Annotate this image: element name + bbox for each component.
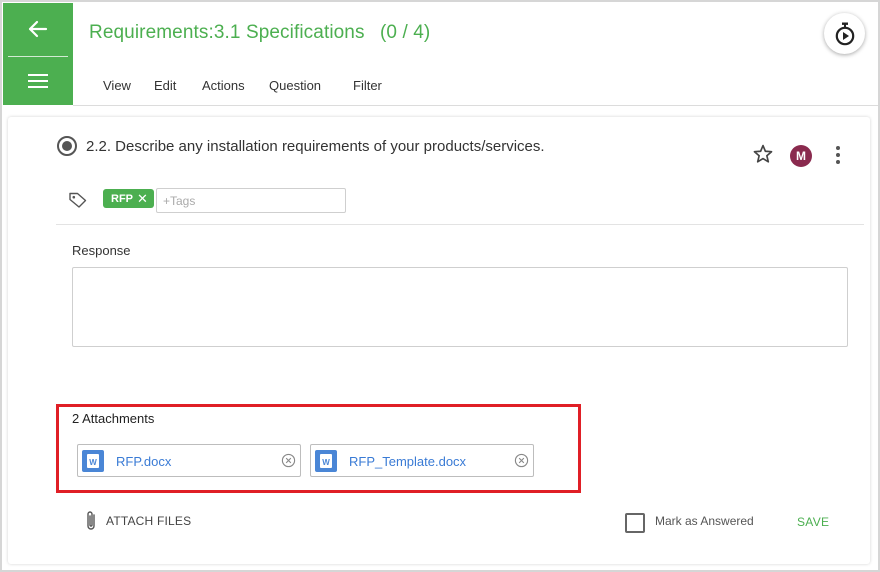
menu-view[interactable]: View — [103, 78, 131, 93]
tag-chip-rfp[interactable]: RFP ✕ — [103, 189, 154, 208]
section-divider — [56, 224, 864, 225]
question-radio[interactable] — [57, 136, 77, 156]
remove-attachment-icon[interactable] — [514, 453, 529, 468]
word-doc-icon: W — [315, 450, 337, 472]
header-divider — [73, 105, 878, 106]
question-text: 2.2. Describe any installation requireme… — [86, 138, 545, 155]
svg-text:W: W — [322, 458, 330, 467]
attachment-file-name[interactable]: RFP_Template.docx — [349, 454, 466, 469]
progress-count: (0 / 4) — [379, 22, 431, 43]
remove-tag-icon[interactable]: ✕ — [137, 192, 148, 205]
attach-files-label: ATTACH FILES — [106, 514, 192, 528]
attachments-count-label: 2 Attachments — [72, 411, 155, 426]
stopwatch-play-icon — [835, 22, 854, 45]
save-button[interactable]: SAVE — [797, 515, 829, 529]
more-options-icon[interactable] — [830, 144, 846, 166]
sidebar-divider — [8, 56, 68, 57]
word-doc-icon: W — [82, 450, 104, 472]
response-textarea[interactable] — [72, 267, 848, 347]
timer-button[interactable] — [824, 13, 865, 54]
menu-actions[interactable]: Actions — [202, 78, 245, 93]
menu-button[interactable] — [3, 58, 73, 103]
tag-input[interactable] — [156, 188, 346, 213]
hamburger-icon — [28, 73, 48, 88]
back-button[interactable] — [3, 3, 73, 55]
avatar[interactable]: M — [790, 145, 812, 167]
mark-answered-label[interactable]: Mark as Answered — [655, 514, 754, 528]
sidebar — [3, 3, 73, 105]
star-icon[interactable] — [752, 143, 774, 170]
mark-answered-checkbox[interactable] — [625, 513, 645, 533]
attachment-chip-rfp[interactable]: W RFP.docx — [77, 444, 301, 477]
remove-attachment-icon[interactable] — [281, 453, 296, 468]
response-label: Response — [72, 243, 131, 258]
section-title: Requirements:3.1 Specifications — [89, 22, 365, 43]
tag-chip-label: RFP — [111, 192, 133, 205]
menu-filter[interactable]: Filter — [353, 78, 382, 93]
attachment-file-name[interactable]: RFP.docx — [116, 454, 171, 469]
paperclip-icon — [87, 511, 95, 530]
arrow-left-icon — [28, 20, 48, 38]
page-title: Requirements:3.1 Specifications (0 / 4) — [89, 22, 430, 44]
tag-icon — [69, 192, 87, 213]
attachment-chip-rfp-template[interactable]: W RFP_Template.docx — [310, 444, 534, 477]
menu-question[interactable]: Question — [269, 78, 321, 93]
svg-text:W: W — [89, 458, 97, 467]
attach-files-button[interactable]: ATTACH FILES — [84, 510, 191, 532]
menu-edit[interactable]: Edit — [154, 78, 176, 93]
